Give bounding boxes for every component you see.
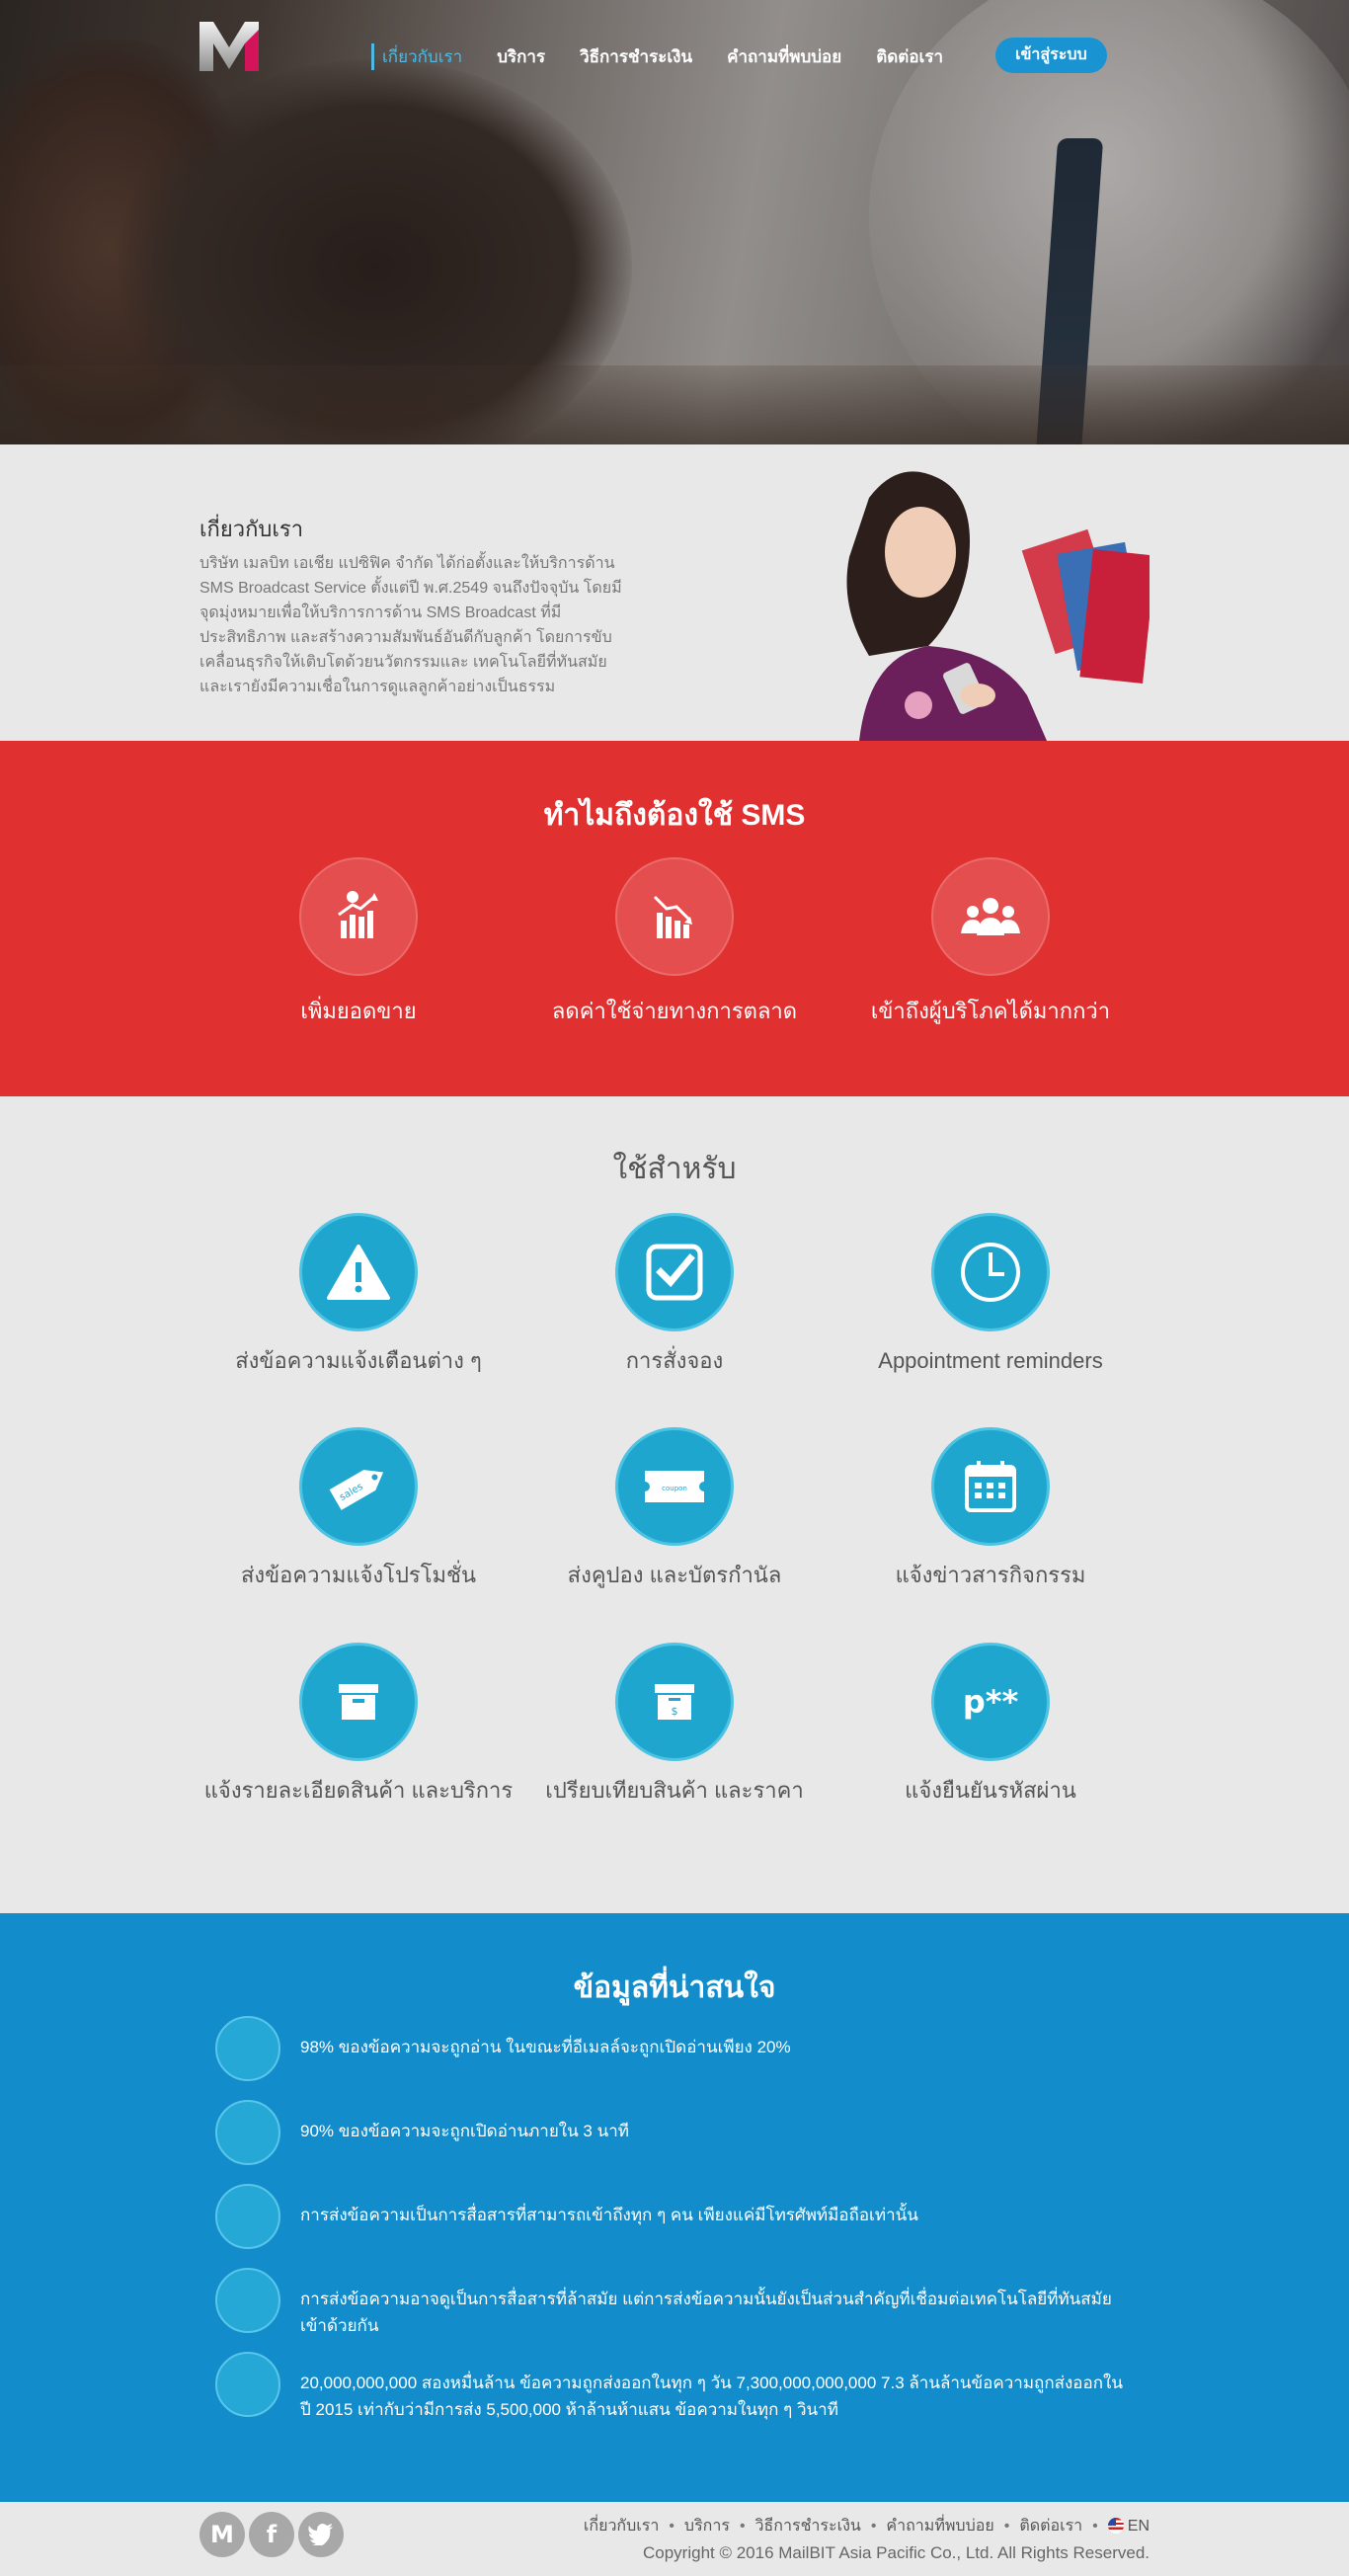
why-item-cost: ลดค่าใช้จ่ายทางการตลาด: [516, 857, 833, 1028]
cost-decrease-icon: [615, 857, 734, 976]
use-label-alerts: ส่งข้อความแจ้งเตือนต่าง ๆ: [235, 1348, 482, 1373]
about-text: บริษัท เมลบิท เอเชีย แปซิฟิค จำกัด ได้ก่…: [199, 555, 622, 695]
password-icon: p**: [931, 1643, 1050, 1761]
use-item-product: แจ้งรายละเอียดสินค้า และบริการ: [200, 1643, 516, 1805]
facebook-icon[interactable]: f: [249, 2512, 294, 2557]
uses-section: ใช้สำหรับ ส่งข้อความแจ้งเตือนต่าง ๆ การส…: [0, 1096, 1349, 1913]
mailbit-icon[interactable]: M: [199, 2512, 245, 2557]
fact-item: 98% ของข้อความจะถูกอ่าน ในขณะที่อีเมลล์จ…: [215, 2016, 1124, 2081]
warning-icon: [299, 1213, 418, 1331]
twitter-icon[interactable]: [298, 2512, 344, 2557]
use-item-password: p** แจ้งยืนยันรหัสผ่าน: [833, 1643, 1149, 1805]
fact-item: การส่งข้อความเป็นการสื่อสารที่สามารถเข้า…: [215, 2184, 1124, 2249]
why-sms-section: ทำไมถึงต้องใช้ SMS เพิ่มยอดขาย ลดค่าใช้จ…: [0, 741, 1349, 1096]
main-menu: เกี่ยวกับเรา บริการ วิธีการชำระเงิน คำถา…: [371, 43, 978, 70]
sales-tag-icon: sales: [299, 1427, 418, 1546]
footer-link-about[interactable]: เกี่ยวกับเรา: [584, 2518, 659, 2535]
footer: M f เกี่ยวกับเรา • บริการ • วิธีการชำระเงิน •…: [0, 2502, 1349, 2576]
hero-banner: เกี่ยวกับเรา บริการ วิธีการชำระเงิน คำถา…: [0, 0, 1349, 444]
use-label-password: แจ้งยืนยันรหัสผ่าน: [905, 1778, 1076, 1803]
fact-bullet-icon: [215, 2352, 280, 2417]
calendar-icon: [931, 1427, 1050, 1546]
language-switch[interactable]: EN: [1107, 2518, 1150, 2535]
fact-item: การส่งข้อความอาจดูเป็นการสื่อสารที่ล้าสม…: [215, 2268, 1124, 2339]
why-label-cost: ลดค่าใช้จ่ายทางการตลาด: [551, 999, 798, 1023]
svg-text:coupon: coupon: [662, 1485, 687, 1492]
why-sms-title: ทำไมถึงต้องใช้ SMS: [543, 799, 806, 832]
product-box-icon: [299, 1643, 418, 1761]
use-item-alerts: ส่งข้อความแจ้งเตือนต่าง ๆ: [200, 1213, 516, 1375]
us-flag-icon: [1107, 2518, 1124, 2534]
top-navigation: เกี่ยวกับเรา บริการ วิธีการชำระเงิน คำถา…: [0, 0, 1349, 109]
why-label-reach: เข้าถึงผู้บริโภคได้มากกว่า: [870, 999, 1111, 1023]
fact-bullet-icon: [215, 2184, 280, 2249]
sales-growth-icon: [299, 857, 418, 976]
facts-title: ข้อมูลที่น่าสนใจ: [573, 1972, 776, 2004]
woman-shopping-photo: [830, 458, 1150, 741]
checkbox-icon: [615, 1213, 734, 1331]
why-item-reach: เข้าถึงผู้บริโภคได้มากกว่า: [833, 857, 1149, 1028]
svg-text:$: $: [672, 1705, 678, 1718]
fact-bullet-icon: [215, 2016, 280, 2081]
use-item-events: แจ้งข่าวสารกิจกรรม: [833, 1427, 1149, 1589]
nav-contact[interactable]: ติดต่อเรา: [876, 43, 943, 70]
fact-bullet-icon: [215, 2268, 280, 2333]
use-item-appointment: Appointment reminders: [833, 1213, 1149, 1375]
people-group-icon: [931, 857, 1050, 976]
use-item-promotion: sales ส่งข้อความแจ้งโปรโมชั่น: [200, 1427, 516, 1589]
coupon-icon: coupon: [615, 1427, 734, 1546]
use-item-coupon: coupon ส่งคูปอง และบัตรกำนัล: [516, 1427, 833, 1589]
login-button[interactable]: เข้าสู่ระบบ: [995, 38, 1107, 73]
clock-icon: [931, 1213, 1050, 1331]
why-item-sales: เพิ่มยอดขาย: [200, 857, 516, 1028]
use-label-promotion: ส่งข้อความแจ้งโปรโมชั่น: [240, 1563, 477, 1587]
uses-title: ใช้สำหรับ: [612, 1153, 737, 1185]
mailbit-logo[interactable]: [199, 22, 259, 71]
use-item-compare: $ เปรียบเทียบสินค้า และราคา: [516, 1643, 833, 1805]
footer-link-services[interactable]: บริการ: [684, 2518, 730, 2535]
nav-faq[interactable]: คำถามที่พบบ่อย: [727, 43, 841, 70]
footer-navigation: เกี่ยวกับเรา • บริการ • วิธีการชำระเงิน • คำถา…: [583, 2518, 1150, 2535]
about-section: เกี่ยวกับเรา บริษัท เมลบิท เอเชีย แปซิฟิ…: [0, 444, 1349, 741]
use-label-compare: เปรียบเทียบสินค้า และราคา: [545, 1778, 804, 1803]
use-label-coupon: ส่งคูปอง และบัตรกำนัล: [567, 1563, 782, 1587]
fact-item: 90% ของข้อความจะถูกเปิดอ่านภายใน 3 นาที: [215, 2100, 1124, 2165]
why-label-sales: เพิ่มยอดขาย: [300, 999, 417, 1023]
fact-bullet-icon: [215, 2100, 280, 2165]
use-label-appointment: Appointment reminders: [878, 1348, 1103, 1373]
facts-section: ข้อมูลที่น่าสนใจ 98% ของข้อความจะถูกอ่าน…: [0, 1913, 1349, 2502]
use-item-booking: การสั่งจอง: [516, 1213, 833, 1375]
use-label-events: แจ้งข่าวสารกิจกรรม: [895, 1563, 1086, 1587]
footer-link-faq[interactable]: คำถามที่พบบ่อย: [886, 2518, 993, 2535]
social-links: M f: [199, 2512, 348, 2557]
nav-services[interactable]: บริการ: [497, 43, 545, 70]
nav-about[interactable]: เกี่ยวกับเรา: [371, 43, 462, 70]
nav-payment[interactable]: วิธีการชำระเงิน: [580, 43, 692, 70]
price-box-icon: $: [615, 1643, 734, 1761]
copyright-text: Copyright © 2016 MailBIT Asia Pacific Co…: [643, 2543, 1150, 2562]
use-label-booking: การสั่งจอง: [625, 1348, 724, 1373]
fact-item: 20,000,000,000 สองหมื่นล้าน ข้อความถูกส่…: [215, 2352, 1124, 2423]
use-label-product: แจ้งรายละเอียดสินค้า และบริการ: [203, 1778, 514, 1803]
about-title: เกี่ยวกับเรา: [199, 517, 304, 541]
footer-link-contact[interactable]: ติดต่อเรา: [1019, 2518, 1082, 2535]
footer-link-payment[interactable]: วิธีการชำระเงิน: [755, 2518, 861, 2535]
